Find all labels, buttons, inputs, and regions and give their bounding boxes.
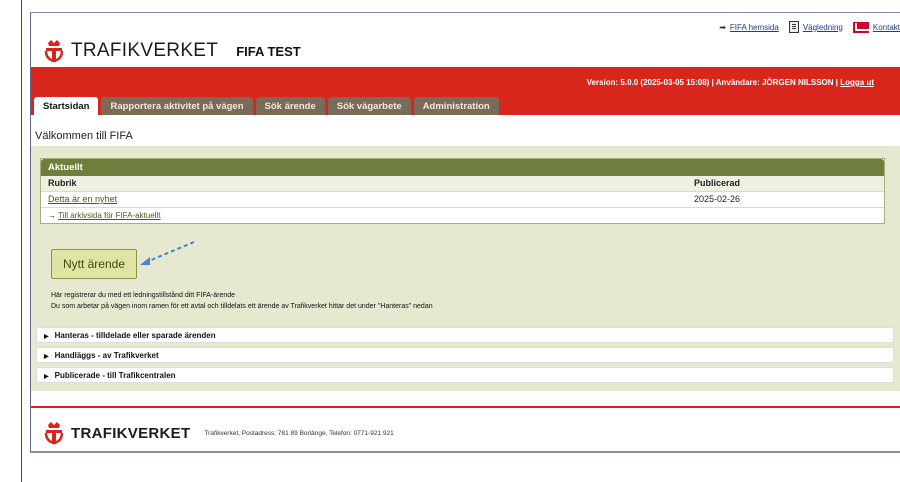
header-logo[interactable]: TRAFIKVERKET FIFA TEST bbox=[43, 39, 301, 63]
contact-link[interactable]: Kontakt bbox=[873, 23, 900, 32]
footer: TRAFIKVERKET Trafikverket, Postadress: 7… bbox=[43, 421, 394, 445]
version-info: Version: 5.0.0 (2025-03-05 15:08) | Anvä… bbox=[587, 78, 874, 87]
tab-rapportera[interactable]: Rapportera aktivitet på vägen bbox=[101, 97, 253, 115]
start-panel: Aktuellt Rubrik Publicerad Detta är en n… bbox=[31, 146, 900, 391]
arrow-right-icon: ➡ bbox=[719, 22, 726, 32]
guide-link[interactable]: Vägledning bbox=[803, 23, 843, 32]
table-row: Detta är en nyhet 2025-02-26 bbox=[41, 192, 884, 208]
main-tabs: Startsidan Rapportera aktivitet på vägen… bbox=[34, 97, 499, 115]
caret-right-icon: ▶ bbox=[44, 354, 49, 360]
footer-brand-name: TRAFIKVERKET bbox=[71, 424, 191, 442]
header-bar: Version: 5.0.0 (2025-03-05 15:08) | Anvä… bbox=[31, 67, 900, 115]
contact-link-group: Kontakt bbox=[852, 21, 900, 33]
trafikverket-crown-icon bbox=[44, 40, 64, 63]
news-title: Aktuellt bbox=[41, 159, 884, 176]
footer-divider bbox=[31, 406, 900, 408]
page-frame: ➡ FIFA hemsida Vägledning Kontakt TRAFIK… bbox=[30, 12, 900, 453]
section-label: Handläggs - av Trafikverket bbox=[54, 351, 159, 360]
caret-right-icon: ▶ bbox=[44, 374, 49, 380]
news-item-link[interactable]: Detta är en nyhet bbox=[48, 194, 117, 204]
tab-sok-arende[interactable]: Sök ärende bbox=[255, 97, 325, 115]
fifa-home-link[interactable]: FIFA hemsida bbox=[730, 23, 779, 32]
caret-right-icon: ▶ bbox=[44, 334, 49, 340]
top-links: ➡ FIFA hemsida Vägledning Kontakt bbox=[719, 21, 900, 33]
tab-administration[interactable]: Administration bbox=[413, 97, 499, 115]
section-label: Hanteras - tilldelade eller sparade ären… bbox=[54, 331, 216, 340]
col-subject: Rubrik bbox=[48, 178, 77, 188]
tab-sok-vagarbete[interactable]: Sök vägarbete bbox=[327, 97, 411, 115]
logout-link[interactable]: Logga ut bbox=[840, 78, 874, 87]
brand-name: TRAFIKVERKET bbox=[71, 40, 219, 61]
section-label: Publicerade - till Trafikcentralen bbox=[54, 371, 176, 380]
archive-link[interactable]: Till arkivsida för FIFA-aktuellt bbox=[58, 211, 160, 220]
arrow-right-icon: → bbox=[48, 211, 56, 220]
dashed-arrow-icon bbox=[140, 241, 195, 265]
version-text: Version: 5.0.0 (2025-03-05 15:08) | Anvä… bbox=[586, 78, 841, 87]
app-title: FIFA TEST bbox=[236, 43, 301, 59]
mail-icon bbox=[852, 21, 869, 33]
hint-register: Här registrerar du med ett ledningstills… bbox=[51, 292, 236, 299]
guide-link-group: Vägledning bbox=[788, 21, 843, 33]
news-item-date: 2025-02-26 bbox=[694, 194, 741, 204]
new-case-button[interactable]: Nytt ärende bbox=[51, 249, 137, 279]
window-edge bbox=[21, 0, 22, 482]
col-published: Publicerad bbox=[694, 178, 741, 188]
archive-row: → Till arkivsida för FIFA-aktuellt bbox=[41, 208, 884, 223]
document-icon bbox=[788, 21, 799, 33]
news-column-header: Rubrik Publicerad bbox=[41, 176, 884, 192]
section-publicerade[interactable]: ▶ Publicerade - till Trafikcentralen bbox=[36, 367, 894, 383]
footer-address: Trafikverket, Postadress: 781 89 Borläng… bbox=[204, 429, 394, 437]
trafikverket-crown-icon bbox=[44, 422, 64, 445]
hint-handled: Du som arbetar på vägen inom ramen för e… bbox=[51, 303, 433, 310]
tab-startsidan[interactable]: Startsidan bbox=[34, 97, 99, 115]
section-hanteras[interactable]: ▶ Hanteras - tilldelade eller sparade äre… bbox=[36, 327, 894, 343]
section-handlaggs[interactable]: ▶ Handläggs - av Trafikverket bbox=[36, 347, 894, 363]
page-title: Välkommen till FIFA bbox=[35, 130, 133, 142]
news-box: Aktuellt Rubrik Publicerad Detta är en n… bbox=[40, 158, 885, 224]
fifa-home-link-group: ➡ FIFA hemsida bbox=[719, 23, 779, 32]
